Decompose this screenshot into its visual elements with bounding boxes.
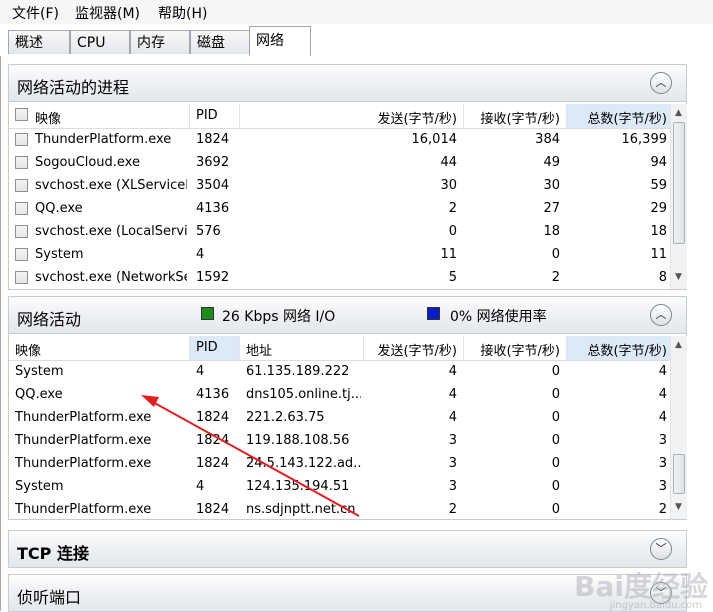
menu-monitor[interactable]: 监视器(M) [75, 3, 140, 23]
tab-memory[interactable]: 内存 [130, 30, 190, 54]
menu-bar: 文件(F) 监视器(M) 帮助(H) [0, 0, 713, 24]
network-panel: 网络活动的进程 ︿ 映像 PID 发送(字节/秒) 接收(字节/秒) 总数(字节… [0, 56, 713, 612]
annotation-arrow [141, 395, 360, 517]
tab-strip: 概述 CPU 内存 磁盘 网络 [0, 24, 713, 57]
tab-cpu[interactable]: CPU [70, 30, 130, 54]
menu-file[interactable]: 文件(F) [12, 3, 59, 23]
watermark-url: jingyan.baidu.com [609, 600, 702, 611]
tab-overview[interactable]: 概述 [8, 30, 70, 54]
menu-help[interactable]: 帮助(H) [158, 3, 207, 23]
watermark-logo: Bai度经验 [574, 570, 708, 603]
tab-disk[interactable]: 磁盘 [190, 30, 250, 54]
tab-network[interactable]: 网络 [249, 26, 311, 57]
